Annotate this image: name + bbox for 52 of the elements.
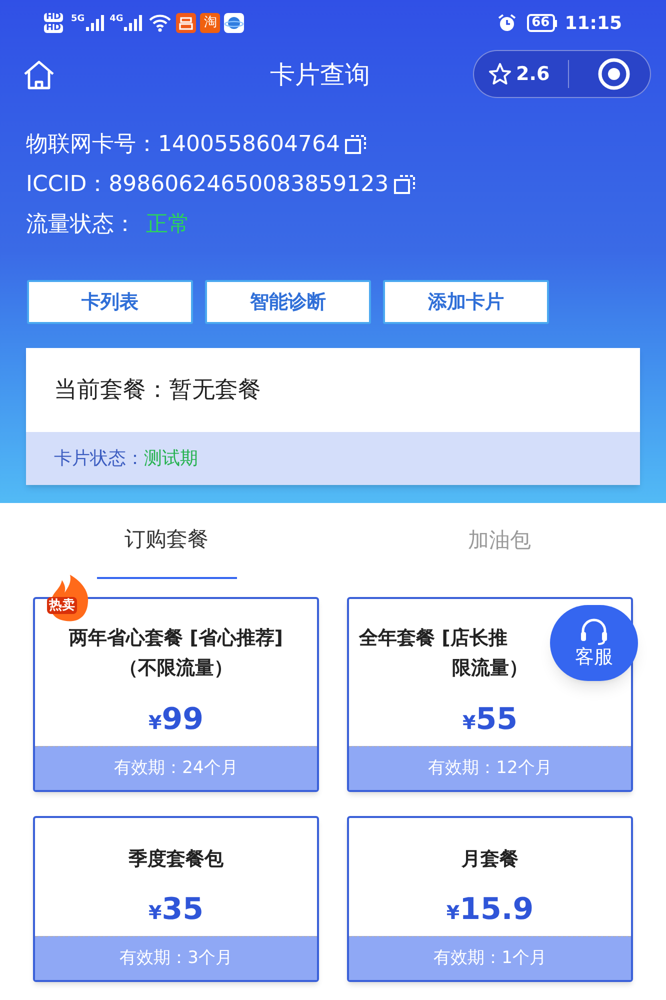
plan-title: （不限流量） xyxy=(119,656,233,681)
target-icon[interactable] xyxy=(596,57,631,91)
info-label: ICCID： xyxy=(26,170,109,198)
plan-card[interactable]: 月套餐 ¥15.9 有效期：1个月 xyxy=(347,816,633,982)
info-label: 流量状态： xyxy=(26,210,136,238)
validity-bar: 有效期：12个月 xyxy=(349,746,631,790)
wifi-icon xyxy=(148,14,172,32)
plan-price: 99 xyxy=(162,701,204,739)
currency-symbol: ¥ xyxy=(148,901,162,926)
flow-status-value: 正常 xyxy=(146,210,190,238)
currency-symbol: ¥ xyxy=(446,901,460,926)
plan-card[interactable]: 季度套餐包 ¥35 有效期：3个月 xyxy=(33,816,319,982)
currency-symbol: ¥ xyxy=(148,711,162,736)
action-button[interactable]: 卡列表 xyxy=(27,280,193,324)
copy-icon[interactable] xyxy=(392,173,417,195)
plan-price: 35 xyxy=(162,891,204,929)
info-label: 物联网卡号： xyxy=(26,130,158,158)
plan-price: 15.9 xyxy=(460,891,534,929)
plan-title: 限流量） xyxy=(452,656,528,681)
current-plan-text: 当前套餐：暂无套餐 xyxy=(53,376,262,405)
action-button[interactable]: 智能诊断 xyxy=(205,280,371,324)
planet-icon xyxy=(224,13,244,33)
card-status-label: 卡片状态： xyxy=(54,447,144,471)
plan-price: 55 xyxy=(476,701,518,739)
network-type: 5G xyxy=(71,15,85,24)
home-icon[interactable] xyxy=(22,59,56,91)
signal-icon xyxy=(86,15,104,31)
validity-bar: 有效期：1个月 xyxy=(349,936,631,980)
plan-title: 月套餐 xyxy=(462,847,518,872)
star-icon[interactable] xyxy=(488,62,512,86)
rating-value: 2.6 xyxy=(516,62,550,87)
tab[interactable]: 订购套餐 xyxy=(96,503,236,579)
plan-title: 两年省心套餐 [省心推荐] xyxy=(69,626,283,651)
app-icon xyxy=(176,13,196,33)
signal-icon xyxy=(124,15,142,31)
plan-title: 季度套餐包 xyxy=(128,847,224,872)
card-status-value: 测试期 xyxy=(144,447,198,471)
app-icon: 淘 xyxy=(200,13,220,33)
info-value: 1400558604764 xyxy=(158,130,340,158)
page-title: 卡片查询 xyxy=(270,59,370,92)
plan-title: 全年套餐 [店长推 xyxy=(359,626,508,651)
info-value: 89860624650083859123 xyxy=(108,170,389,198)
network-type: 4G xyxy=(110,15,124,24)
headset-icon xyxy=(579,618,609,646)
battery-icon: 66 xyxy=(526,14,555,32)
alarm-icon xyxy=(496,13,517,33)
currency-symbol: ¥ xyxy=(462,711,476,736)
validity-bar: 有效期：24个月 xyxy=(35,746,317,790)
action-button[interactable]: 添加卡片 xyxy=(383,280,549,324)
copy-icon[interactable] xyxy=(344,133,368,155)
clock-time: 11:15 xyxy=(564,12,622,36)
validity-bar: 有效期：3个月 xyxy=(35,936,317,980)
